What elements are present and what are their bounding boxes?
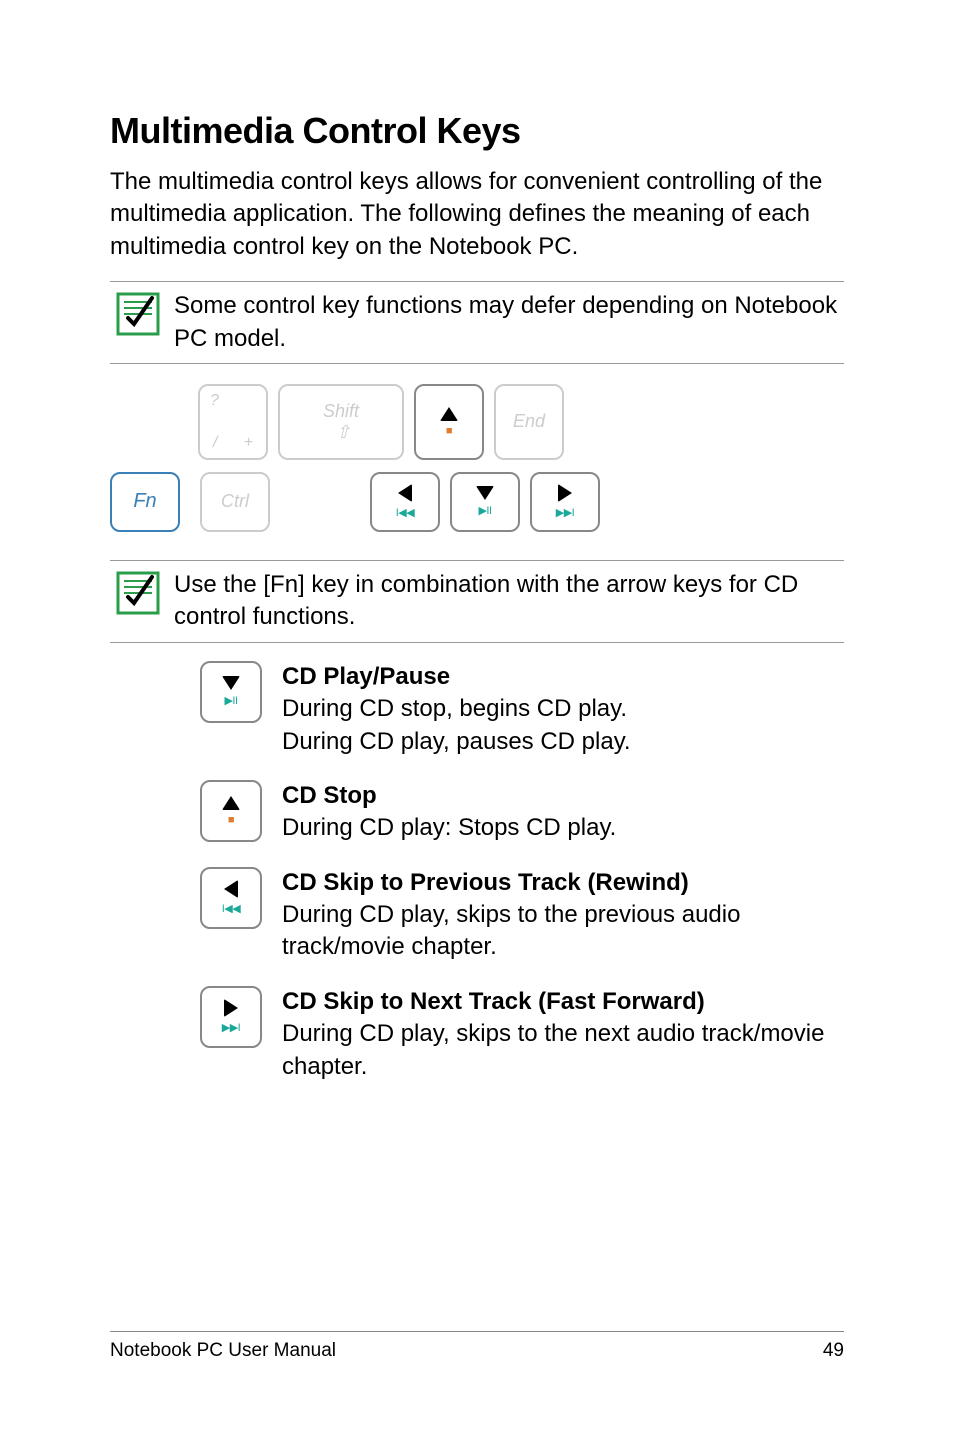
section-play-pause-text: CD Play/Pause During CD stop, begins CD … [264,661,844,758]
section-next-text: CD Skip to Next Track (Fast Forward) Dur… [264,986,844,1083]
key-ctrl-label: Ctrl [221,491,249,512]
section-prev: I◀◀ CD Skip to Previous Track (Rewind) D… [198,867,844,964]
key-shift: Shift ⇧ [278,384,404,460]
key-arrow-left: I◀◀ [370,472,440,532]
section-line: During CD play, pauses CD play. [282,728,631,755]
key-arrow-down: ▶II [450,472,520,532]
key-icon-next: ▶▶I [200,986,262,1048]
key-row-bottom: Fn Ctrl I◀◀ ▶II ▶▶I [110,472,844,532]
key-right-sub: ▶▶I [556,506,574,519]
key-arrow-right: ▶▶I [530,472,600,532]
page-heading: Multimedia Control Keys [110,110,844,152]
section-line: During CD play, skips to the previous au… [282,901,740,960]
arrow-up-icon [440,407,458,421]
section-play-pause: ▶II CD Play/Pause During CD stop, begins… [198,661,844,758]
arrow-left-icon [224,880,238,898]
key-left-sub: I◀◀ [396,506,414,519]
key-row-top: ? / + Shift ⇧ ■ End [110,384,844,460]
key-slash-bottom-label: / + [200,434,266,452]
section-line: During CD stop, begins CD play. [282,695,627,722]
note-box-2: Use the [Fn] key in combination with the… [110,560,844,643]
arrow-down-icon [222,676,240,690]
arrow-right-icon [558,484,572,502]
arrow-up-icon [222,796,240,810]
intro-paragraph: The multimedia control keys allows for c… [110,166,844,263]
section-next: ▶▶I CD Skip to Next Track (Fast Forward)… [198,986,844,1083]
note-icon [110,569,166,617]
note-text-2: Use the [Fn] key in combination with the… [166,569,844,634]
section-title: CD Play/Pause [282,663,450,690]
key-ctrl: Ctrl [200,472,270,532]
section-title: CD Skip to Next Track (Fast Forward) [282,988,705,1015]
arrow-right-icon [224,999,238,1017]
page-footer: Notebook PC User Manual 49 [110,1331,844,1362]
key-end: End [494,384,564,460]
section-line: During CD play: Stops CD play. [282,814,616,841]
key-slash-top-label: ? [210,392,219,410]
key-arrow-up: ■ [414,384,484,460]
section-title: CD Skip to Previous Track (Rewind) [282,869,689,896]
key-end-label: End [513,411,545,432]
key-icon-play-pause: ▶II [200,661,262,723]
page: Multimedia Control Keys The multimedia c… [0,0,954,1438]
section-stop-text: CD Stop During CD play: Stops CD play. [264,780,844,845]
section-line: During CD play, skips to the next audio … [282,1020,824,1079]
key-shift-label: Shift [323,401,359,422]
section-title: CD Stop [282,782,377,809]
key-up-sub: ■ [446,425,452,437]
note-box-1: Some control key functions may defer dep… [110,281,844,364]
footer-left: Notebook PC User Manual [110,1340,336,1362]
key-gap [280,472,370,532]
key-fn-label: Fn [133,490,156,513]
keyboard-illustration: ? / + Shift ⇧ ■ End Fn [110,384,844,532]
key-fn: Fn [110,472,180,532]
key-icon-stop: ■ [200,780,262,842]
key-icon-prev: I◀◀ [200,867,262,929]
arrow-down-icon [476,486,494,500]
note-icon [110,290,166,338]
note-text-1: Some control key functions may defer dep… [166,290,844,355]
section-prev-text: CD Skip to Previous Track (Rewind) Durin… [264,867,844,964]
section-stop: ■ CD Stop During CD play: Stops CD play. [198,780,844,845]
arrow-left-icon [398,484,412,502]
key-slash: ? / + [198,384,268,460]
key-down-sub: ▶II [478,504,491,517]
footer-page-number: 49 [823,1340,844,1362]
